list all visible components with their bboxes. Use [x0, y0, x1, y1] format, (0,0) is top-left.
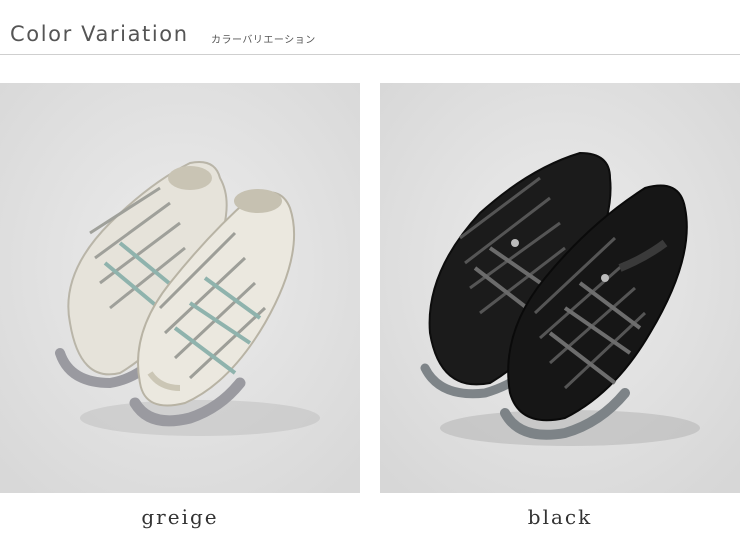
product-photo-black[interactable] — [380, 83, 740, 493]
variant-label-greige: greige — [141, 505, 219, 529]
header-divider — [0, 54, 740, 55]
greige-shoes-image — [0, 83, 360, 493]
section-header: Color Variation カラーバリエーション — [0, 0, 740, 56]
variant-label-black: black — [527, 505, 593, 529]
black-shoes-image — [380, 83, 740, 493]
section-title: Color Variation — [10, 22, 189, 46]
product-photo-greige[interactable] — [0, 83, 360, 493]
section-subtitle: カラーバリエーション — [211, 35, 316, 46]
